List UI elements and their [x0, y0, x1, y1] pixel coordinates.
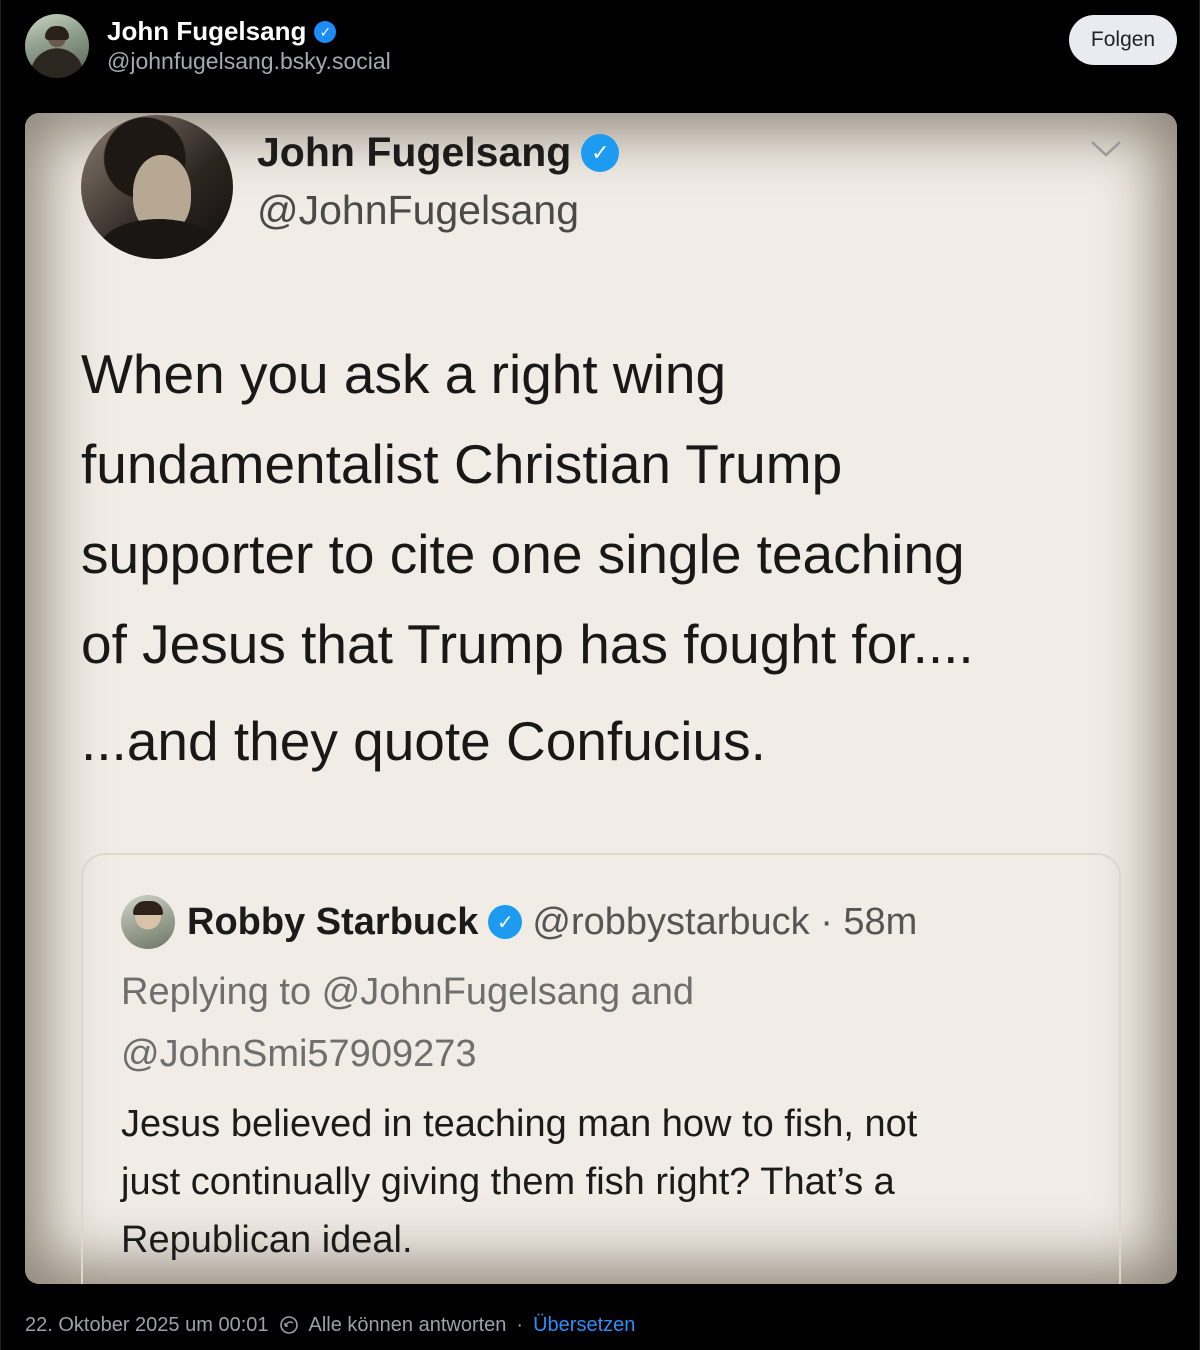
tweet-author-name-row: John Fugelsang ✓	[257, 129, 620, 176]
tweet-screenshot: John Fugelsang ✓ @JohnFugelsang When you…	[25, 113, 1177, 1284]
author-handle[interactable]: @johnfugelsang.bsky.social	[107, 48, 391, 75]
quote-header: Robby Starbuck ✓ @robbystarbuck · 58m	[187, 895, 917, 949]
quote-replying-to: Replying to @JohnFugelsang and @JohnSmi5…	[121, 961, 1081, 1085]
tweet-text: When you ask a right wing fundamentalist…	[81, 329, 1121, 689]
tweet-text-line: fundamentalist Christian Trump	[81, 433, 843, 495]
quote-body-line: Jesus believed in teaching man how to fi…	[121, 1103, 918, 1145]
translate-link[interactable]: Übersetzen	[533, 1314, 635, 1337]
quote-body-line: just continually giving them fish right?…	[121, 1161, 895, 1203]
follow-button[interactable]: Folgen	[1069, 15, 1177, 65]
verified-check-icon: ✓	[488, 905, 523, 939]
tweet-text-punchline: ...and they quote Confucius.	[81, 710, 766, 772]
reply-settings-icon	[279, 1316, 298, 1334]
quote-author-name: Robby Starbuck	[187, 900, 479, 943]
post-meta: 22. Oktober 2025 um 00:01 Alle können an…	[25, 1310, 635, 1340]
author-display-name[interactable]: John Fugelsang	[107, 16, 306, 47]
reply-line: Replying to @JohnFugelsang and	[121, 971, 695, 1013]
reply-setting-label: Alle können antworten	[308, 1313, 507, 1336]
tweet-avatar-shirt	[99, 219, 219, 259]
avatar[interactable]	[25, 14, 89, 78]
verified-check-icon: ✓	[314, 20, 337, 43]
tweet-author-avatar	[81, 115, 233, 259]
quote-body: Jesus believed in teaching man how to fi…	[121, 1095, 1101, 1269]
verified-check-icon: ✓	[581, 133, 620, 172]
chevron-down-icon	[1091, 141, 1121, 157]
tweet-text-line: of Jesus that Trump has fought for....	[81, 613, 974, 675]
tweet-author-name: John Fugelsang	[257, 129, 572, 175]
post-thread-page: John Fugelsang ✓ @johnfugelsang.bsky.soc…	[0, 0, 1200, 1350]
tweet-author-handle: @JohnFugelsang	[257, 187, 579, 233]
post-header: John Fugelsang ✓ @johnfugelsang.bsky.soc…	[1, 0, 1200, 110]
embedded-image[interactable]: John Fugelsang ✓ @JohnFugelsang When you…	[25, 113, 1177, 1284]
meta-separator: ·	[516, 1313, 524, 1336]
author-name-row[interactable]: John Fugelsang ✓	[107, 16, 337, 47]
quote-handle-time: @robbystarbuck · 58m	[532, 900, 918, 943]
avatar-hair-shape	[45, 26, 69, 40]
tweet-text-line: supporter to cite one single teaching	[81, 523, 965, 585]
quoted-tweet-card: Robby Starbuck ✓ @robbystarbuck · 58m Re…	[81, 853, 1121, 1284]
quote-avatar-hair	[133, 901, 163, 915]
tweet-text-line: When you ask a right wing	[81, 343, 727, 405]
reply-line: @JohnSmi57909273	[121, 1033, 477, 1075]
quote-author-avatar	[121, 895, 175, 949]
quote-body-line: Republican ideal.	[121, 1219, 413, 1261]
post-timestamp[interactable]: 22. Oktober 2025 um 00:01	[25, 1314, 269, 1337]
